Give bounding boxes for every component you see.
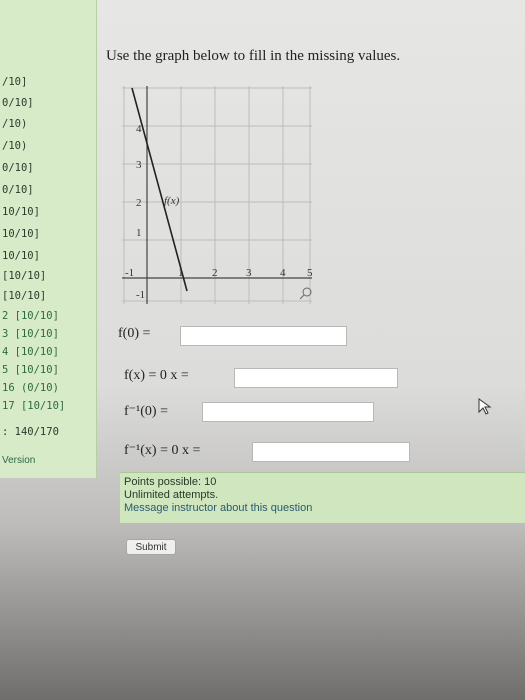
f-of-0-label: f(0) = bbox=[118, 326, 151, 341]
y-tick-label: 3 bbox=[136, 159, 142, 171]
submit-button[interactable]: Submit bbox=[126, 539, 176, 555]
x-tick-label: -1 bbox=[125, 267, 134, 279]
sidebar-score-item[interactable]: 0/10] bbox=[2, 97, 34, 109]
f-inverse-of-0-label: f⁻¹(0) = bbox=[124, 404, 168, 419]
points-possible: Points possible: 10 bbox=[124, 476, 217, 488]
f-inverse-of-0-input[interactable] bbox=[202, 402, 374, 422]
sidebar-score-item[interactable]: [10/10] bbox=[2, 290, 46, 302]
x-tick-label: 3 bbox=[246, 267, 252, 279]
sidebar-score-item[interactable]: /10) bbox=[2, 118, 27, 130]
sidebar-score-item[interactable]: 10/10] bbox=[2, 250, 40, 262]
sidebar-score-item[interactable]: 0/10] bbox=[2, 162, 34, 174]
sidebar-score-item[interactable]: 0/10] bbox=[2, 184, 34, 196]
sidebar-score-item[interactable]: 10/10] bbox=[2, 206, 40, 218]
f-of-x-equals-0-input[interactable] bbox=[234, 368, 398, 388]
sidebar-score-item[interactable]: /10) bbox=[2, 140, 27, 152]
f-inverse-of-x-equals-0-label: f⁻¹(x) = 0 x = bbox=[124, 443, 201, 458]
function-line bbox=[131, 87, 188, 292]
mouse-cursor-icon bbox=[478, 398, 492, 415]
screen: /10] 0/10] /10) /10) 0/10] 0/10] 10/10] … bbox=[0, 0, 525, 700]
x-tick-label: 2 bbox=[212, 267, 218, 279]
f-of-x-equals-0-label: f(x) = 0 x = bbox=[124, 368, 189, 383]
sidebar-score-item[interactable]: 17 [10/10] bbox=[2, 400, 65, 412]
sidebar-score-item[interactable]: 16 (0/10) bbox=[2, 382, 59, 394]
attempts-info: Unlimited attempts. bbox=[124, 489, 219, 501]
x-tick-label: 5 bbox=[307, 267, 312, 279]
sidebar-score-item[interactable]: 4 [10/10] bbox=[2, 346, 59, 358]
sidebar-score-item[interactable]: 2 [10/10] bbox=[2, 310, 59, 322]
question-panel: Use the graph below to fill in the missi… bbox=[98, 0, 525, 600]
f-inverse-of-x-equals-0-input[interactable] bbox=[252, 442, 410, 462]
sidebar-score-item[interactable]: [10/10] bbox=[2, 270, 46, 282]
f-of-0-input[interactable] bbox=[180, 326, 347, 346]
sidebar-score-item[interactable]: 10/10] bbox=[2, 228, 40, 240]
y-tick-label: 1 bbox=[136, 227, 142, 239]
version-link[interactable]: Version bbox=[2, 455, 35, 466]
y-tick-label: 4 bbox=[136, 123, 142, 135]
sidebar-total-score: : 140/170 bbox=[2, 426, 59, 438]
function-graph: f(x) -1 1 2 3 4 5 4 3 2 1 -1 bbox=[122, 86, 312, 304]
question-title: Use the graph below to fill in the missi… bbox=[106, 48, 401, 64]
curve-label: f(x) bbox=[164, 195, 180, 207]
sidebar: /10] 0/10] /10) /10) 0/10] 0/10] 10/10] … bbox=[0, 0, 97, 478]
y-tick-label: -1 bbox=[136, 289, 145, 301]
y-tick-label: 2 bbox=[136, 197, 142, 209]
sidebar-score-item[interactable]: 5 [10/10] bbox=[2, 364, 59, 376]
message-instructor-link[interactable]: Message instructor about this question bbox=[124, 502, 525, 515]
x-tick-label: 1 bbox=[178, 267, 184, 279]
sidebar-score-item[interactable]: /10] bbox=[2, 76, 27, 88]
x-tick-label: 4 bbox=[280, 267, 286, 279]
question-info-panel: Points possible: 10 Unlimited attempts. … bbox=[120, 472, 525, 523]
sidebar-score-item[interactable]: 3 [10/10] bbox=[2, 328, 59, 340]
